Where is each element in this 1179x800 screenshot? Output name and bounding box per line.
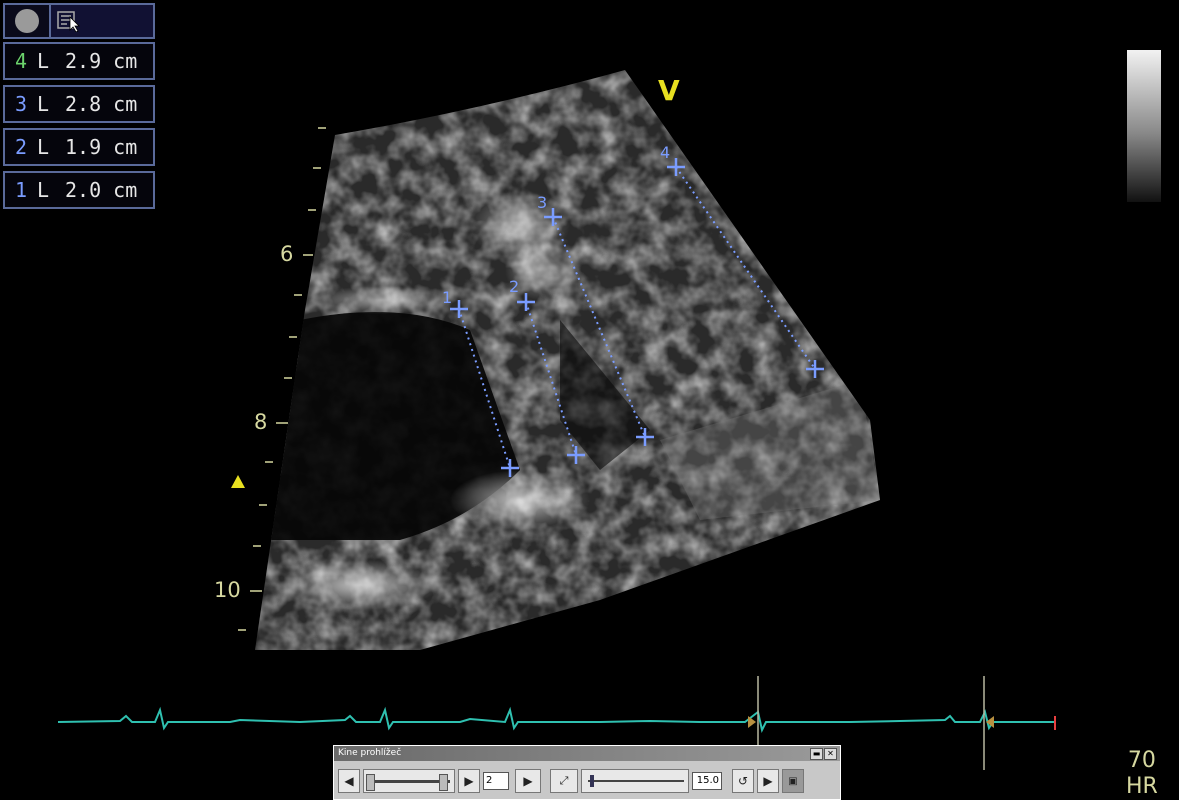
measurement-row-2[interactable]: 2 L 1.9 cm	[3, 128, 155, 166]
measurement-index: 2	[15, 135, 28, 159]
measurement-type: L	[37, 135, 50, 159]
measurement-index: 1	[15, 178, 28, 202]
play-button[interactable]: ▶	[515, 769, 541, 793]
close-icon[interactable]: ✕	[824, 748, 837, 760]
heart-rate-value: 70	[1127, 748, 1156, 773]
save-icon: ▣	[788, 775, 798, 787]
ecg-trace	[57, 706, 1055, 733]
triangle-right-icon: ▶	[763, 774, 773, 788]
measurement-value: 2.9 cm	[65, 49, 138, 73]
triangle-left-icon: ◀	[344, 774, 354, 788]
kine-controls: ◀ ▶ 2 ▶ ⤢ 15.0 ↺ ▶ ▣	[334, 763, 840, 799]
measurement-value: 2.8 cm	[65, 92, 138, 116]
depth-label-6: 6	[280, 242, 294, 266]
next-frame-button[interactable]: ▶	[458, 769, 480, 793]
depth-label-8: 8	[254, 410, 268, 434]
settings-cursor-icon	[57, 11, 80, 32]
kine-viewer: Kine prohlížeč ▬ ✕ ◀ ▶ 2 ▶ ⤢ 15.0 ↺ ▶ ▣	[333, 745, 841, 800]
caliper-label-2: 2	[509, 277, 519, 296]
measurement-value: 1.9 cm	[65, 135, 138, 159]
speed-slider[interactable]	[581, 769, 689, 793]
measurement-index: 3	[15, 92, 28, 116]
orientation-marker: V	[658, 74, 680, 107]
slider-handle-left[interactable]	[366, 774, 375, 791]
measurement-type: L	[37, 178, 50, 202]
frame-field[interactable]: 2	[483, 772, 509, 790]
ultrasound-image: 1 2 3 4	[57, 70, 1056, 770]
caliper-label-3: 3	[537, 193, 547, 212]
heart-rate-unit: HR	[1126, 774, 1158, 799]
step-forward-button[interactable]: ▶	[757, 769, 779, 793]
prev-frame-button[interactable]: ◀	[338, 769, 360, 793]
play-icon: ▶	[523, 774, 533, 788]
triangle-right-icon: ▶	[464, 774, 474, 788]
record-button[interactable]	[5, 5, 51, 37]
kine-title: Kine prohlížeč	[338, 748, 402, 758]
measurement-type: L	[37, 92, 50, 116]
minimize-icon[interactable]: ▬	[810, 748, 823, 760]
measurement-type: L	[37, 49, 50, 73]
speed-toggle-button[interactable]: ⤢	[550, 769, 578, 793]
measurement-row-4[interactable]: 4 L 2.9 cm	[3, 42, 155, 80]
speed-field[interactable]: 15.0	[692, 772, 722, 790]
frame-slider[interactable]	[363, 769, 455, 793]
depth-label-10: 10	[214, 578, 241, 602]
measurement-index: 4	[15, 49, 28, 73]
save-clip-button[interactable]: ▣	[782, 769, 804, 793]
speed-icon: ⤢	[559, 774, 569, 787]
loop-button[interactable]: ↺	[732, 769, 754, 793]
settings-button[interactable]	[51, 5, 153, 37]
image-toolbar	[3, 3, 155, 39]
loop-icon: ↺	[737, 774, 749, 788]
ultrasound-screen: 1 2 3 4 4 L 2.9 cm 3 L 2.8 cm 2 L 1.9 cm…	[0, 0, 1179, 800]
focus-marker-icon[interactable]	[231, 475, 245, 488]
measurement-row-1[interactable]: 1 L 2.0 cm	[3, 171, 155, 209]
speed-slider-handle[interactable]	[590, 775, 594, 787]
grayscale-bar	[1127, 50, 1161, 202]
measurement-value: 2.0 cm	[65, 178, 138, 202]
caliper-label-1: 1	[442, 288, 452, 307]
record-circle-icon	[15, 9, 39, 33]
measurement-panel: 4 L 2.9 cm 3 L 2.8 cm 2 L 1.9 cm 1 L 2.0…	[3, 42, 155, 214]
caliper-label-4: 4	[660, 143, 670, 162]
kine-title-bar[interactable]: Kine prohlížeč ▬ ✕	[334, 746, 840, 761]
measurement-row-3[interactable]: 3 L 2.8 cm	[3, 85, 155, 123]
heart-rate-display: 70 HR	[1126, 748, 1158, 800]
slider-handle-right[interactable]	[439, 774, 448, 791]
